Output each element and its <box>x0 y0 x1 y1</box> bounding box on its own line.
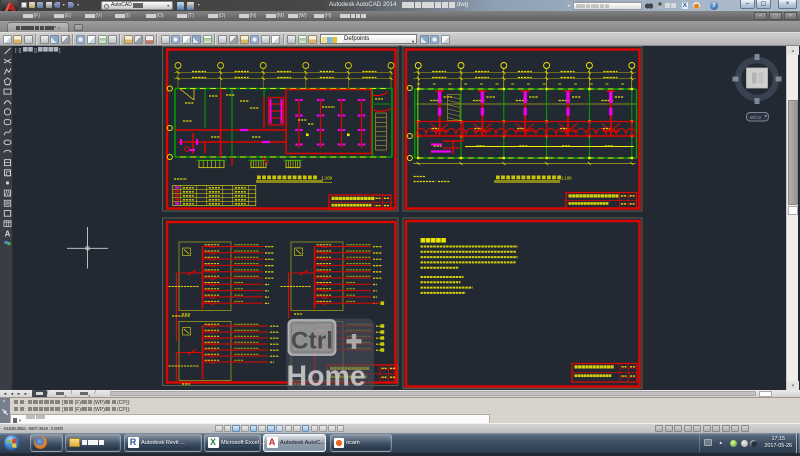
svg-text:1:100: 1:100 <box>561 175 572 180</box>
svg-text:Home: Home <box>287 361 366 393</box>
svg-text:WCS: WCS <box>750 115 761 121</box>
svg-text:A: A <box>5 230 11 239</box>
svg-text:Ctrl: Ctrl <box>291 328 333 355</box>
svg-text:][: ][ <box>34 48 38 54</box>
svg-text:]: ] <box>59 48 61 54</box>
svg-text:[-][: [-][ <box>15 48 22 54</box>
svg-text:1:100: 1:100 <box>322 175 333 180</box>
